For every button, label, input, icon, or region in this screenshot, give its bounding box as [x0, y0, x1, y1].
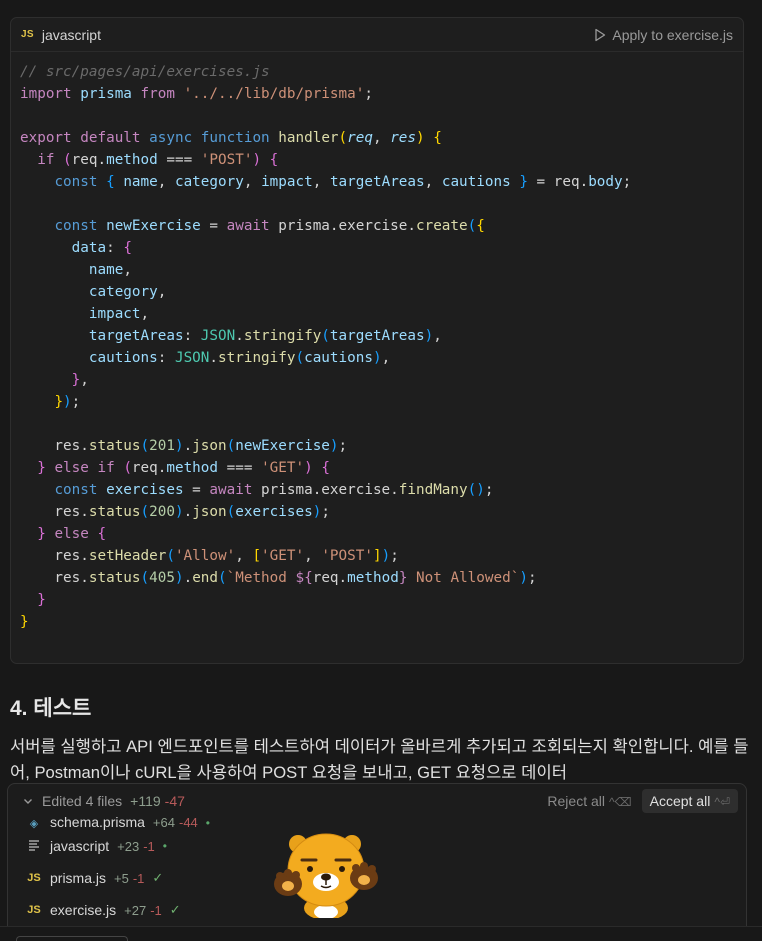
edited-files-summary: Edited 4 files [42, 793, 123, 809]
chevron-down-icon [24, 799, 32, 804]
unsaved-dot-icon: • [205, 816, 210, 830]
file-added: +23 [117, 838, 140, 854]
import-path: '../../lib/db/prisma' [183, 86, 365, 102]
accept-all-label: Accept all [649, 793, 711, 809]
file-added: +64 [152, 815, 175, 830]
status-201: 201 [149, 438, 175, 454]
play-icon [595, 28, 606, 41]
apply-to-file-button[interactable]: Apply to exercise.js [594, 27, 733, 43]
accept-all-button[interactable]: Accept all ^⏎ [641, 789, 738, 813]
unsaved-dot-icon: • [162, 839, 167, 853]
file-removed: -44 [178, 815, 198, 830]
prisma-icon: ◈ [29, 818, 39, 830]
js-icon: JS [21, 29, 34, 40]
lines-icon [26, 839, 42, 854]
check-icon: ✓ [169, 902, 181, 917]
file-name: javascript [50, 838, 110, 854]
bear-mascot-icon [274, 833, 378, 918]
template-start: `Method [226, 570, 296, 586]
code-block: JS javascript Apply to exercise.js // sr… [10, 17, 744, 664]
allow-string: 'Allow' [174, 548, 236, 564]
file-removed: -1 [132, 870, 145, 886]
file-name: prisma.js [50, 870, 107, 886]
code-language-label: javascript [41, 26, 101, 43]
code-comment: // src/pages/api/exercises.js [20, 64, 270, 80]
reject-all-button[interactable]: Reject all ^⌫ [547, 793, 631, 809]
file-removed: -1 [143, 838, 155, 854]
code-language: JS javascript [21, 27, 101, 43]
check-icon: ✓ [152, 870, 164, 885]
section-heading: 4. 테스트 [10, 697, 92, 720]
status-405: 405 [149, 570, 175, 586]
accept-shortcut: ^⏎ [714, 795, 730, 809]
reject-all-label: Reject all [547, 793, 605, 809]
code-block-header: JS javascript Apply to exercise.js [11, 18, 743, 52]
file-added: +5 [114, 870, 129, 886]
file-removed: -1 [150, 902, 162, 918]
reject-shortcut: ^⌫ [609, 795, 632, 809]
total-removed: -47 [164, 793, 185, 809]
apply-to-file-label: Apply to exercise.js [612, 26, 733, 43]
status-200: 200 [149, 504, 175, 520]
edited-files-toggle[interactable]: Edited 4 files +119 -47 [22, 793, 185, 809]
file-name: schema.prisma [50, 814, 145, 830]
get-string: 'GET' [261, 460, 305, 476]
js-icon: JS [27, 904, 41, 916]
js-icon: JS [27, 872, 41, 884]
code-content: // src/pages/api/exercises.js import pris… [20, 64, 632, 630]
section-paragraph: 서버를 실행하고 API 엔드포인트를 테스트하여 데이터가 올바르게 추가되고… [10, 737, 749, 782]
post-string: 'POST' [200, 152, 253, 168]
template-end: Not Allowed` [407, 570, 520, 586]
file-name: exercise.js [50, 902, 117, 918]
file-added: +27 [124, 902, 147, 918]
bottom-tab[interactable] [16, 936, 128, 941]
total-added: +119 [130, 793, 161, 809]
panel-actions: Reject all ^⌫ Accept all ^⏎ [547, 789, 738, 813]
